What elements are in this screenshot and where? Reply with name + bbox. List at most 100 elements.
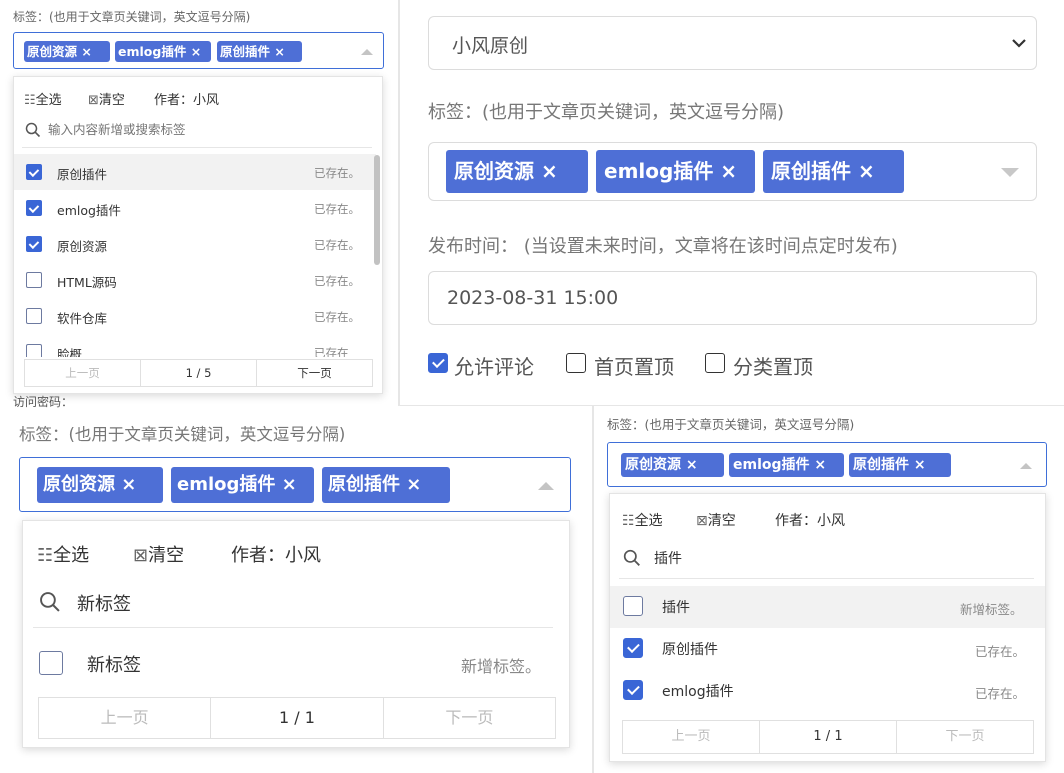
checkbox[interactable] <box>623 680 643 700</box>
author-text: 作者：小风 <box>775 513 845 529</box>
clear-box-icon: ⊠ <box>133 545 149 566</box>
tag-search-input[interactable]: 新标签 <box>77 590 131 616</box>
checkbox[interactable] <box>428 353 448 373</box>
prev-page-button[interactable]: 上一页 <box>25 360 141 386</box>
publish-time-label: 发布时间： (当设置未来时间，文章将在该时间点定时发布) <box>428 236 898 257</box>
panel-divider-horizontal <box>398 405 1064 406</box>
next-page-button[interactable]: 下一页 <box>897 721 1033 753</box>
remove-tag-icon[interactable]: × <box>720 150 737 193</box>
checkbox[interactable] <box>26 164 42 180</box>
list-item[interactable]: emlog插件 已存在。 <box>610 670 1045 712</box>
tag-options-list: 原创插件 已存在。 emlog插件 已存在。 原创资源 已存在。 HTML源码 … <box>14 154 376 357</box>
prev-page-button[interactable]: 上一页 <box>39 698 212 738</box>
selected-tag[interactable]: emlog插件 × <box>115 41 211 62</box>
author-select[interactable]: 小风原创 <box>428 16 1037 70</box>
tag-select-box[interactable]: 原创资源 × emlog插件 × 原创插件 × <box>19 457 571 512</box>
list-item[interactable]: 原创插件 已存在。 <box>14 154 376 190</box>
tag-dropdown: ☷全选 ⊠清空 作者：小风 插件 插件 新增标签。 原创插件 已存在。 emlo… <box>609 493 1046 762</box>
list-item[interactable]: HTML源码 已存在。 <box>14 262 376 298</box>
tag-field-label: 标签：(也用于文章页关键词，英文逗号分隔) <box>428 102 785 123</box>
pagination: 上一页 1 / 1 下一页 <box>38 697 556 739</box>
caret-up-icon[interactable] <box>361 49 373 55</box>
checkbox[interactable] <box>566 353 586 373</box>
list-item[interactable]: emlog插件 已存在。 <box>14 190 376 226</box>
selected-tag[interactable]: 原创插件 × <box>217 41 302 62</box>
selected-tag[interactable]: 原创插件 × <box>849 453 951 477</box>
list-check-icon: ☷ <box>37 545 54 566</box>
panel-divider-vertical-bottom <box>592 406 594 773</box>
remove-tag-icon[interactable]: × <box>121 467 136 503</box>
tag-field-label: 标签：(也用于文章页关键词，英文逗号分隔) <box>19 425 346 444</box>
prev-page-button[interactable]: 上一页 <box>623 721 760 753</box>
selected-tag[interactable]: 原创资源 × <box>24 41 110 62</box>
tag-search-input[interactable] <box>48 119 348 139</box>
tag-search-input[interactable]: 插件 <box>654 548 682 568</box>
remove-tag-icon[interactable]: × <box>81 41 91 62</box>
tag-field-label: 标签：(也用于文章页关键词，英文逗号分隔) <box>607 417 855 432</box>
list-item[interactable]: 原创资源 已存在。 <box>14 226 376 262</box>
next-page-button[interactable]: 下一页 <box>384 698 555 738</box>
selected-tag[interactable]: emlog插件 × <box>729 453 844 477</box>
checkbox[interactable] <box>623 638 643 658</box>
list-item[interactable]: 插件 新增标签。 <box>610 586 1045 628</box>
search-icon <box>623 549 640 566</box>
select-all-button[interactable]: ☷全选 <box>24 89 62 108</box>
remove-tag-icon[interactable]: × <box>914 453 926 477</box>
caret-up-icon[interactable] <box>1020 463 1032 469</box>
checkbox[interactable] <box>26 200 42 216</box>
selected-tag[interactable]: emlog插件 × <box>596 150 755 193</box>
remove-tag-icon[interactable]: × <box>686 453 698 477</box>
page-indicator: 1 / 1 <box>760 721 897 753</box>
remove-tag-icon[interactable]: × <box>541 150 558 193</box>
remove-tag-icon[interactable]: × <box>282 467 297 503</box>
clear-button[interactable]: ⊠清空 <box>696 510 736 530</box>
tag-dropdown: ☷全选 ⊠清空 作者：小风 原创插件 已存在。 emlog插件 已存在。 原创资… <box>13 76 383 394</box>
caret-up-icon[interactable] <box>538 482 554 490</box>
checkbox[interactable] <box>26 236 42 252</box>
tag-select-box[interactable]: 原创资源 × emlog插件 × 原创插件 × <box>428 142 1037 201</box>
checkbox[interactable] <box>705 353 725 373</box>
select-all-button[interactable]: ☷全选 <box>622 510 663 530</box>
author-select-value: 小风原创 <box>452 35 529 57</box>
page-indicator: 1 / 5 <box>141 360 257 386</box>
checkbox[interactable] <box>39 651 63 675</box>
clear-button[interactable]: ⊠清空 <box>88 89 125 108</box>
clear-box-icon: ⊠ <box>88 93 99 108</box>
remove-tag-icon[interactable]: × <box>191 41 201 62</box>
next-page-button[interactable]: 下一页 <box>257 360 372 386</box>
page-indicator: 1 / 1 <box>211 698 384 738</box>
list-item[interactable]: 新标签 新增标签。 <box>23 641 569 685</box>
checkbox[interactable] <box>26 272 42 288</box>
checkbox[interactable] <box>623 596 643 616</box>
clear-button[interactable]: ⊠清空 <box>133 541 184 567</box>
panel-divider-vertical-top <box>398 0 400 405</box>
selected-tag[interactable]: 原创资源 × <box>37 467 163 503</box>
checkbox[interactable] <box>26 344 42 357</box>
pagination: 上一页 1 / 1 下一页 <box>622 720 1034 754</box>
selected-tag[interactable]: 原创资源 × <box>621 453 724 477</box>
list-item[interactable]: 脸概 已存在 <box>14 334 376 357</box>
list-check-icon: ☷ <box>622 513 635 529</box>
list-item[interactable]: 软件仓库 已存在。 <box>14 298 376 334</box>
remove-tag-icon[interactable]: × <box>274 41 284 62</box>
selected-tag[interactable]: 原创插件 × <box>763 150 904 193</box>
search-underline <box>619 578 1034 579</box>
remove-tag-icon[interactable]: × <box>858 150 875 193</box>
tag-select-box[interactable]: 原创资源 × emlog插件 × 原创插件 × <box>607 442 1047 487</box>
access-password-label: 访问密码： <box>13 395 74 409</box>
tag-select-box[interactable]: 原创资源 × emlog插件 × 原创插件 × <box>13 32 384 69</box>
remove-tag-icon[interactable]: × <box>814 453 826 477</box>
list-scrollbar[interactable] <box>374 155 380 265</box>
selected-tag[interactable]: 原创插件 × <box>322 467 450 503</box>
search-icon <box>40 592 60 612</box>
remove-tag-icon[interactable]: × <box>406 467 421 503</box>
select-all-button[interactable]: ☷全选 <box>37 541 89 567</box>
checkbox[interactable] <box>26 308 42 324</box>
selected-tag[interactable]: 原创资源 × <box>446 150 588 193</box>
tag-field-label: 标签：(也用于文章页关键词，英文逗号分隔) <box>13 10 251 24</box>
publish-time-input[interactable]: 2023-08-31 15:00 <box>428 271 1037 325</box>
search-underline <box>33 627 553 628</box>
selected-tag[interactable]: emlog插件 × <box>171 467 314 503</box>
caret-down-icon[interactable] <box>1001 168 1019 177</box>
list-item[interactable]: 原创插件 已存在。 <box>610 628 1045 670</box>
